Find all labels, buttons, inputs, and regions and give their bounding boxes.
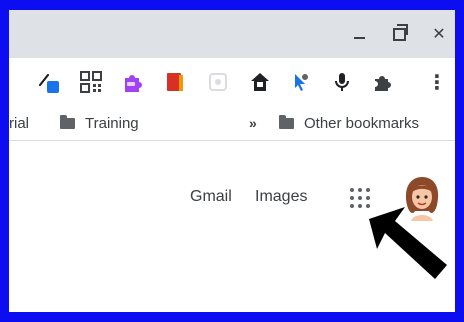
other-bookmarks-label: Other bookmarks — [304, 114, 420, 132]
purple-puzzle-extension[interactable] — [121, 70, 145, 94]
images-link[interactable]: Images — [255, 188, 307, 206]
more-menu-icon: ⋮ — [427, 71, 447, 94]
qr-code-icon — [80, 71, 102, 93]
browser-toolbar: ⋮ — [9, 58, 455, 106]
qr-code-extension[interactable] — [79, 70, 103, 94]
gmail-link[interactable]: Gmail — [190, 188, 232, 206]
microphone-icon — [335, 73, 349, 91]
extensions-puzzle-icon — [375, 76, 391, 91]
grey-extension-icon — [209, 73, 227, 91]
extensions-menu-button[interactable] — [370, 70, 394, 94]
folder-icon — [60, 114, 75, 129]
bookmark-partial-label: rial — [9, 114, 30, 132]
bookmark-folder-label: Training — [85, 114, 139, 132]
bookmarks-overflow-button[interactable]: » — [249, 106, 257, 140]
cursor-extension-icon — [295, 74, 308, 91]
title-bar: ✕ — [9, 10, 455, 58]
color-picker-extension[interactable] — [37, 70, 61, 94]
grey-extension[interactable] — [206, 70, 230, 94]
apps-grid-icon — [350, 188, 354, 192]
puzzle-extension-icon — [125, 75, 142, 92]
bookmark-partial[interactable]: rial — [9, 106, 29, 140]
minimize-icon — [353, 37, 365, 39]
house-extension-icon — [251, 73, 269, 91]
screenshot-frame: ✕ ⋮ rial Training » Other bookmarks Gmai… — [0, 0, 464, 322]
restore-button[interactable] — [387, 22, 411, 46]
other-bookmarks-folder[interactable]: Other bookmarks — [279, 106, 419, 140]
google-homepage: Gmail Images — [9, 141, 455, 312]
minimize-button[interactable] — [347, 22, 371, 46]
close-icon: ✕ — [432, 26, 446, 43]
color-picker-icon — [38, 73, 59, 93]
more-menu-button[interactable]: ⋮ — [425, 70, 449, 94]
bookmarks-bar: rial Training » Other bookmarks — [9, 106, 455, 141]
close-button[interactable]: ✕ — [427, 22, 451, 46]
pointer-arrow-annotation — [369, 207, 447, 279]
red-book-extension[interactable] — [163, 70, 187, 94]
folder-icon — [279, 114, 294, 129]
browser-window: ✕ ⋮ rial Training » Other bookmarks Gmai… — [9, 10, 455, 312]
microphone-extension[interactable] — [330, 70, 354, 94]
double-chevron-icon: » — [249, 115, 257, 131]
house-extension[interactable] — [248, 70, 272, 94]
bookmark-folder-training[interactable]: Training — [60, 106, 139, 140]
red-book-icon — [167, 73, 183, 91]
restore-icon — [392, 23, 408, 41]
cursor-extension[interactable] — [289, 70, 313, 94]
